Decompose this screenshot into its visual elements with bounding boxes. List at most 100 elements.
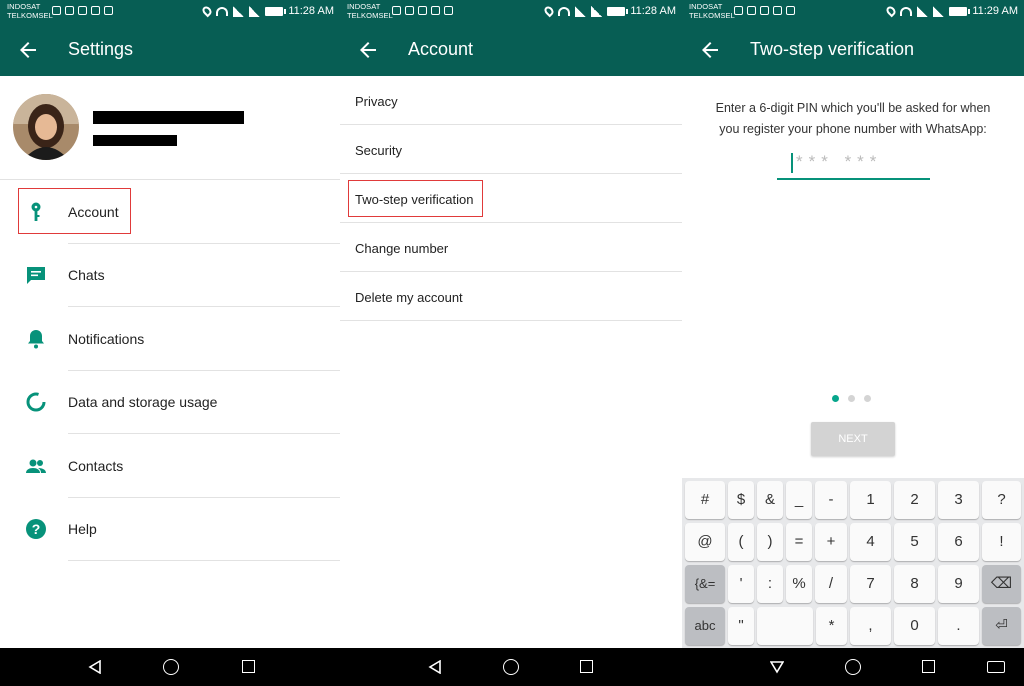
key[interactable]: 9: [938, 565, 979, 603]
nav-home-icon[interactable]: [503, 659, 519, 675]
profile-header[interactable]: [0, 76, 340, 180]
status-indicators: 11:29 AM: [884, 4, 1018, 18]
chat-icon: [27, 267, 45, 284]
settings-screen: INDOSAT TELKOMSEL 11:28 AM Settings Acco…: [0, 0, 340, 686]
backspace-key[interactable]: ⌫: [982, 565, 1021, 603]
system-nav-bar: [340, 648, 682, 686]
key[interactable]: #: [685, 481, 725, 519]
avatar[interactable]: [13, 94, 79, 160]
key[interactable]: 1: [850, 481, 891, 519]
key[interactable]: 8: [894, 565, 935, 603]
status-bar: INDOSAT TELKOMSEL 11:28 AM: [340, 0, 682, 24]
nav-recents-icon[interactable]: [580, 660, 593, 673]
signal-icon: [249, 5, 261, 17]
key[interactable]: ,: [850, 607, 891, 645]
key[interactable]: ): [757, 523, 783, 561]
key[interactable]: :: [757, 565, 783, 603]
page-title: Settings: [68, 39, 134, 59]
text-cursor: [791, 153, 793, 173]
pin-placeholder: *** ***: [796, 152, 883, 171]
battery-icon: [607, 6, 629, 16]
settings-item-label: Notifications: [68, 331, 145, 347]
key[interactable]: @: [685, 523, 725, 561]
pin-instructions: Enter a 6-digit PIN which you'll be aske…: [715, 101, 991, 136]
status-indicators: 11:28 AM: [200, 4, 334, 18]
bell-icon: [28, 330, 44, 349]
key[interactable]: $: [728, 481, 754, 519]
key[interactable]: -: [815, 481, 847, 519]
page-dot-active: [832, 395, 839, 402]
data-usage-icon: [26, 392, 46, 412]
nav-recents-icon[interactable]: [922, 660, 935, 673]
nav-back-icon[interactable]: [428, 660, 442, 674]
back-arrow-icon[interactable]: [356, 38, 380, 62]
key[interactable]: (: [728, 523, 754, 561]
page-title: Two-step verification: [750, 39, 915, 59]
help-icon: ?: [26, 519, 46, 539]
enter-key[interactable]: ⏎: [982, 607, 1021, 645]
key[interactable]: ": [728, 607, 754, 645]
page-dot: [864, 395, 871, 402]
carrier-label: INDOSAT TELKOMSEL: [7, 2, 53, 20]
key[interactable]: =: [786, 523, 812, 561]
wifi-icon: [216, 6, 229, 16]
keyboard-switch-icon[interactable]: [987, 661, 1005, 673]
page-indicator: [832, 395, 871, 402]
status-indicators: 11:28 AM: [542, 4, 676, 18]
signal-icon: [591, 5, 603, 17]
battery-icon: [949, 6, 971, 16]
nav-back-icon[interactable]: [88, 660, 102, 674]
key[interactable]: ?: [982, 481, 1021, 519]
key[interactable]: 6: [938, 523, 979, 561]
back-arrow-icon[interactable]: [16, 38, 40, 62]
key[interactable]: 2: [894, 481, 935, 519]
nav-home-icon[interactable]: [163, 659, 179, 675]
signal-icon: [233, 5, 245, 17]
key[interactable]: .: [938, 607, 979, 645]
pin-input[interactable]: *** ***: [777, 150, 930, 180]
key[interactable]: 5: [894, 523, 935, 561]
settings-item-help[interactable]: ? Help: [0, 497, 340, 561]
key[interactable]: &: [757, 481, 783, 519]
settings-item-label: Data and storage usage: [68, 394, 218, 410]
account-item-security[interactable]: Security: [340, 125, 682, 174]
settings-item-notifications[interactable]: Notifications: [0, 307, 340, 371]
wifi-icon: [558, 6, 571, 16]
system-nav-bar: [0, 648, 340, 686]
location-icon: [884, 4, 898, 18]
key[interactable]: 3: [938, 481, 979, 519]
account-item-delete-account[interactable]: Delete my account: [340, 272, 682, 321]
key[interactable]: ': [728, 565, 754, 603]
settings-item-contacts[interactable]: Contacts: [0, 434, 340, 498]
back-arrow-icon[interactable]: [698, 38, 722, 62]
key[interactable]: !: [982, 523, 1021, 561]
key[interactable]: *: [816, 607, 847, 645]
app-bar: Settings: [0, 24, 340, 76]
nav-recents-icon[interactable]: [242, 660, 255, 673]
settings-item-data-storage[interactable]: Data and storage usage: [0, 370, 340, 434]
nav-home-icon[interactable]: [845, 659, 861, 675]
notification-icons: [392, 6, 453, 15]
key[interactable]: 4: [850, 523, 891, 561]
account-item-change-number[interactable]: Change number: [340, 223, 682, 272]
location-icon: [200, 4, 214, 18]
space-key[interactable]: [757, 607, 813, 645]
highlight-box: [348, 180, 483, 217]
key[interactable]: %: [786, 565, 812, 603]
signal-icon: [575, 5, 587, 17]
account-item-privacy[interactable]: Privacy: [340, 76, 682, 125]
key[interactable]: _: [786, 481, 812, 519]
symbols-toggle-key[interactable]: {&=: [685, 565, 725, 603]
key[interactable]: /: [815, 565, 847, 603]
signal-icon: [917, 5, 929, 17]
clock: 11:29 AM: [972, 5, 1018, 17]
hide-keyboard-icon[interactable]: [770, 660, 784, 674]
next-button[interactable]: NEXT: [811, 422, 895, 456]
key[interactable]: +: [815, 523, 847, 561]
settings-item-label: Chats: [68, 267, 105, 283]
settings-item-chats[interactable]: Chats: [0, 243, 340, 307]
highlight-box: [18, 188, 131, 234]
key[interactable]: 7: [850, 565, 891, 603]
abc-toggle-key[interactable]: abc: [685, 607, 725, 645]
key[interactable]: 0: [894, 607, 935, 645]
